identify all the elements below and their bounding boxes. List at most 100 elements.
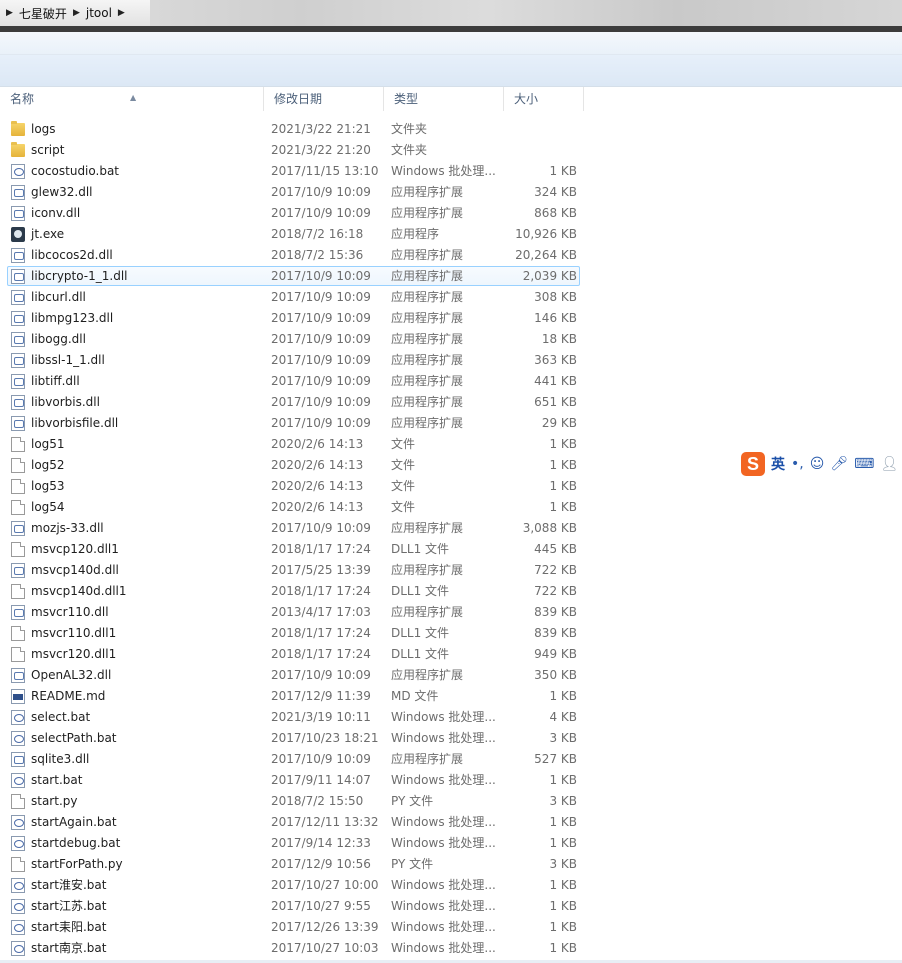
breadcrumb-item[interactable]: 七星破开 [19, 5, 67, 22]
file-name: logs [31, 122, 56, 136]
file-type: Windows 批处理... [391, 815, 496, 829]
file-row[interactable]: libvorbisfile.dll 2017/10/9 10:09 应用程序扩展 29… [0, 413, 902, 434]
ime-toolbar[interactable]: S 英 •, ☺ 🎤︎ ⌨ 👤︎ [741, 450, 902, 478]
file-type: Windows 批处理... [391, 710, 496, 724]
file-type: 应用程序扩展 [391, 185, 464, 199]
file-size: 20,264 KB [515, 248, 577, 262]
file-date: 2017/10/9 10:09 [271, 374, 371, 388]
file-row[interactable]: cocostudio.bat 2017/11/15 13:10 Windows 批处… [0, 161, 902, 182]
file-row[interactable]: start耒阳.bat 2017/12/26 13:39 Windows 批处理..… [0, 917, 902, 938]
file-date: 2017/10/27 10:00 [271, 878, 379, 892]
file-row[interactable]: msvcp140d.dll1 2018/1/17 17:24 DLL1 文件 722 … [0, 581, 902, 602]
file-name: libcurl.dll [31, 290, 86, 304]
file-list: logs 2021/3/22 21:21 文件夹 script 2021/3/22 21… [0, 119, 902, 959]
file-type: 应用程序扩展 [391, 605, 464, 619]
toolbar [0, 32, 902, 87]
file-row[interactable]: README.md 2017/12/9 11:39 MD 文件 1 KB [0, 686, 902, 707]
bat-file-icon [11, 941, 25, 956]
file-size: 1 KB [549, 479, 577, 493]
file-row[interactable]: msvcp140d.dll 2017/5/25 13:39 应用程序扩展 722 KB [0, 560, 902, 581]
exe-file-icon [11, 227, 25, 242]
file-row[interactable]: start.py 2018/7/2 15:50 PY 文件 3 KB [0, 791, 902, 812]
file-size: 722 KB [534, 584, 577, 598]
file-type: 应用程序扩展 [391, 206, 464, 220]
column-header-date[interactable]: 修改日期 [264, 87, 384, 111]
column-header-name[interactable]: 名称 ▲ [0, 87, 264, 111]
file-row[interactable]: libcurl.dll 2017/10/9 10:09 应用程序扩展 308 KB [0, 287, 902, 308]
file-size: 2,039 KB [522, 269, 577, 283]
file-type: 文件 [391, 458, 416, 472]
column-header-size[interactable]: 大小 [504, 87, 584, 111]
address-bar[interactable]: ▶ 七星破开 ▶ jtool ▶ [0, 0, 902, 26]
smiley-icon[interactable]: ☺ [810, 456, 825, 472]
file-date: 2017/10/9 10:09 [271, 416, 371, 430]
microphone-icon[interactable]: 🎤︎ [830, 456, 848, 472]
breadcrumb-item[interactable]: jtool [86, 6, 112, 20]
file-row[interactable]: msvcp120.dll1 2018/1/17 17:24 DLL1 文件 445 K… [0, 539, 902, 560]
file-size: 527 KB [534, 752, 577, 766]
file-row[interactable]: msvcr110.dll 2013/4/17 17:03 应用程序扩展 839 KB [0, 602, 902, 623]
file-row[interactable]: script 2021/3/22 21:20 文件夹 [0, 140, 902, 161]
file-name: libogg.dll [31, 332, 86, 346]
sogou-logo-icon[interactable]: S [741, 452, 765, 476]
file-row[interactable]: libcocos2d.dll 2018/7/2 15:36 应用程序扩展 20,264… [0, 245, 902, 266]
file-row[interactable]: msvcr110.dll1 2018/1/17 17:24 DLL1 文件 839 K… [0, 623, 902, 644]
breadcrumb-separator-icon[interactable]: ▶ [118, 8, 125, 18]
file-row[interactable]: startdebug.bat 2017/9/14 12:33 Windows 批处理… [0, 833, 902, 854]
column-header-type[interactable]: 类型 [384, 87, 504, 111]
file-row[interactable]: OpenAL32.dll 2017/10/9 10:09 应用程序扩展 350 KB [0, 665, 902, 686]
file-row[interactable]: libtiff.dll 2017/10/9 10:09 应用程序扩展 441 KB [0, 371, 902, 392]
keyboard-icon[interactable]: ⌨ [854, 456, 874, 472]
file-type: DLL1 文件 [391, 647, 450, 661]
file-type: 文件夹 [391, 143, 428, 157]
file-date: 2018/7/2 15:36 [271, 248, 364, 262]
file-date: 2017/12/9 10:56 [271, 857, 371, 871]
file-date: 2017/10/9 10:09 [271, 332, 371, 346]
file-row[interactable]: logs 2021/3/22 21:21 文件夹 [0, 119, 902, 140]
file-row[interactable]: log53 2020/2/6 14:13 文件 1 KB [0, 476, 902, 497]
file-row[interactable]: log54 2020/2/6 14:13 文件 1 KB [0, 497, 902, 518]
file-row[interactable]: selectPath.bat 2017/10/23 18:21 Windows 批处… [0, 728, 902, 749]
file-row[interactable]: startAgain.bat 2017/12/11 13:32 Windows 批处… [0, 812, 902, 833]
file-row[interactable]: libogg.dll 2017/10/9 10:09 应用程序扩展 18 KB [0, 329, 902, 350]
blank-file-icon [11, 857, 25, 872]
punctuation-icon[interactable]: •, [791, 456, 804, 472]
file-type: 应用程序扩展 [391, 416, 464, 430]
file-row[interactable]: iconv.dll 2017/10/9 10:09 应用程序扩展 868 KB [0, 203, 902, 224]
file-date: 2017/10/27 9:55 [271, 899, 371, 913]
file-size: 146 KB [534, 311, 577, 325]
file-row[interactable]: mozjs-33.dll 2017/10/9 10:09 应用程序扩展 3,088 K… [0, 518, 902, 539]
file-date: 2017/10/9 10:09 [271, 752, 371, 766]
file-row[interactable]: libcrypto-1_1.dll 2017/10/9 10:09 应用程序扩展 2,… [0, 266, 902, 287]
breadcrumb-root-arrow-icon[interactable]: ▶ [6, 8, 13, 18]
file-row[interactable]: start江苏.bat 2017/10/27 9:55 Windows 批处理...… [0, 896, 902, 917]
file-row[interactable]: msvcr120.dll1 2018/1/17 17:24 DLL1 文件 949 K… [0, 644, 902, 665]
file-type: 应用程序扩展 [391, 521, 464, 535]
ime-language-toggle[interactable]: 英 [771, 454, 785, 474]
file-row[interactable]: libssl-1_1.dll 2017/10/9 10:09 应用程序扩展 363 K… [0, 350, 902, 371]
file-name: glew32.dll [31, 185, 93, 199]
file-date: 2018/1/17 17:24 [271, 542, 371, 556]
file-row[interactable]: libvorbis.dll 2017/10/9 10:09 应用程序扩展 651 KB [0, 392, 902, 413]
file-row[interactable]: startForPath.py 2017/12/9 10:56 PY 文件 3 KB [0, 854, 902, 875]
column-header-name-label: 名称 [10, 92, 35, 106]
file-size: 3 KB [549, 794, 577, 808]
file-row[interactable]: libmpg123.dll 2017/10/9 10:09 应用程序扩展 146 KB [0, 308, 902, 329]
file-date: 2018/1/17 17:24 [271, 626, 371, 640]
file-row[interactable]: start淮安.bat 2017/10/27 10:00 Windows 批处理..… [0, 875, 902, 896]
file-type: PY 文件 [391, 794, 434, 808]
blank-file-icon [11, 542, 25, 557]
file-type: PY 文件 [391, 857, 434, 871]
file-row[interactable]: glew32.dll 2017/10/9 10:09 应用程序扩展 324 KB [0, 182, 902, 203]
file-row[interactable]: start.bat 2017/9/11 14:07 Windows 批处理... 1 … [0, 770, 902, 791]
file-row[interactable]: sqlite3.dll 2017/10/9 10:09 应用程序扩展 527 KB [0, 749, 902, 770]
file-name: iconv.dll [31, 206, 81, 220]
file-name: start南京.bat [31, 941, 107, 955]
file-row[interactable]: jt.exe 2018/7/2 16:18 应用程序 10,926 KB [0, 224, 902, 245]
user-icon[interactable]: 👤︎ [880, 456, 898, 472]
dll-file-icon [11, 269, 25, 284]
dll-file-icon [11, 290, 25, 305]
file-row[interactable]: start南京.bat 2017/10/27 10:03 Windows 批处理..… [0, 938, 902, 959]
file-row[interactable]: select.bat 2021/3/19 10:11 Windows 批处理... 4… [0, 707, 902, 728]
breadcrumb-separator-icon[interactable]: ▶ [73, 8, 80, 18]
